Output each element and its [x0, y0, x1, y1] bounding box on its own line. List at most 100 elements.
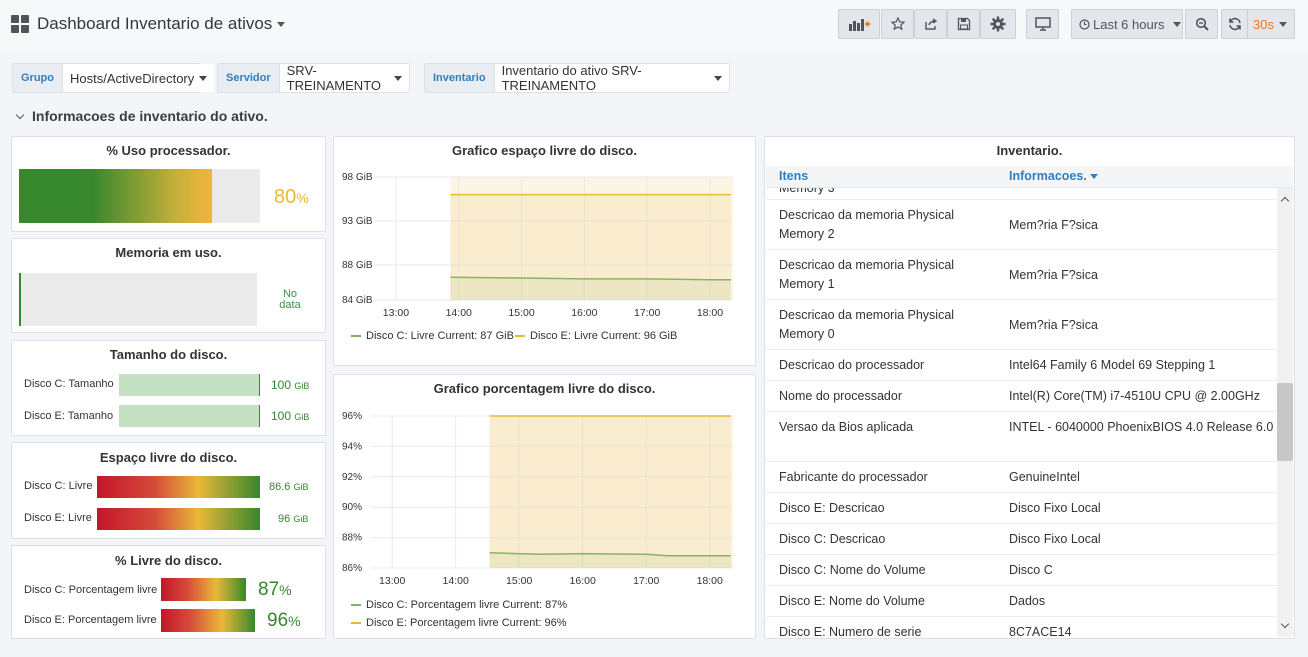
cell-info: 8C7ACE14 [1009, 625, 1072, 637]
panel-title[interactable]: Memoria em uso. [12, 245, 325, 260]
table-body: Memory 3 Descricao da memoria Physical Me… [766, 188, 1277, 637]
table-row: Descricao da memoria Physical Memory 0 Me… [766, 300, 1277, 350]
variable-value[interactable]: Hosts/ActiveDirectory [63, 64, 215, 92]
table-row: Disco E: Nome do Volume Dados [766, 586, 1277, 617]
legend-item[interactable]: Disco E: Porcentagem livre Current: 96% [351, 617, 567, 629]
refresh-picker[interactable]: 30s [1221, 9, 1295, 39]
panel-title[interactable]: Grafico porcentagem livre do disco. [334, 381, 755, 396]
panel-title[interactable]: % Uso processador. [12, 143, 325, 158]
disk-pct-value: 87% [258, 579, 292, 600]
settings-button[interactable] [980, 9, 1016, 39]
share-button[interactable] [914, 9, 947, 39]
cpu-value: 80% [274, 186, 309, 209]
variable-label: Inventario [425, 64, 495, 92]
cell-item: Fabricante do processador [779, 470, 928, 484]
dashboards-grid-icon[interactable] [11, 15, 29, 33]
table-row: Disco E: Numero de serie 8C7ACE14 [766, 617, 1277, 637]
chevron-down-icon [714, 75, 722, 81]
cell-info: Mem?ria F?sica [1009, 317, 1098, 332]
table-row: Memory 3 [766, 188, 1277, 200]
add-panel-button[interactable] [838, 9, 880, 39]
legend-swatch [515, 335, 525, 337]
scroll-down-icon[interactable] [1280, 619, 1290, 629]
panel-cpu-usage: % Uso processador. 80% [11, 136, 326, 232]
table-row: Versao da Bios aplicada INTEL - 6040000 P… [766, 412, 1277, 462]
chevron-down-icon [15, 110, 25, 120]
panel-title[interactable]: Tamanho do disco. [12, 347, 325, 362]
disk-size-value: 100 GiB [271, 409, 310, 423]
x-tick-label: 15:00 [508, 307, 534, 319]
panel-title[interactable]: Grafico espaço livre do disco. [334, 143, 755, 158]
table-row: Nome do processador Intel(R) Core(TM) i7-… [766, 381, 1277, 412]
variable-grupo[interactable]: Grupo Hosts/ActiveDirectory [12, 63, 215, 93]
y-tick-label: 84 GiB [342, 295, 373, 306]
panel-title[interactable]: Inventario. [765, 143, 1294, 158]
legend-item[interactable]: Disco E: Livre Current: 96 GiB [515, 330, 677, 342]
legend-label: Disco E: Livre Current: 96 GiB [530, 330, 678, 342]
scroll-up-icon[interactable] [1280, 196, 1290, 206]
disk-size-label: Disco C: Tamanho [24, 378, 114, 390]
panel-disk-size: Tamanho do disco. Disco C: Tamanho 100 G… [11, 340, 326, 436]
variable-value[interactable]: Inventario do ativo SRV-TREINAMENTO [494, 63, 729, 93]
cell-item: Descricao da memoria Physical Memory 1 [779, 258, 955, 291]
star-icon [890, 17, 905, 31]
zoom-out-icon [1195, 17, 1209, 31]
cell-info: Disco Fixo Local [1009, 501, 1101, 515]
cell-info: Dados [1009, 594, 1046, 608]
cell-item: Disco E: Numero de serie [779, 625, 922, 637]
cell-info: Disco Fixo Local [1009, 532, 1101, 546]
x-tick-label: 14:00 [446, 307, 472, 319]
x-tick-label: 13:00 [383, 307, 409, 319]
cell-item: Memory 3 [779, 188, 835, 195]
cell-item: Nome do processador [779, 389, 902, 403]
panel-title[interactable]: % Livre do disco. [12, 553, 325, 568]
disk-pct-bar [161, 609, 255, 632]
disk-size-bar [119, 405, 260, 427]
y-tick-label: 94% [342, 441, 362, 452]
variable-inventario[interactable]: Inventario Inventario do ativo SRV-TREIN… [424, 63, 730, 93]
series-area [489, 416, 731, 568]
legend-label: Disco C: Porcentagem livre Current: 87% [366, 599, 568, 611]
disk-pct-label: Disco E: Porcentagem livre [24, 614, 157, 626]
variable-value-text: Hosts/ActiveDirectory [70, 70, 195, 86]
table-row: Descricao da memoria Physical Memory 1 Me… [766, 250, 1277, 300]
top-navbar: Dashboard Inventario de ativos Last 6 ho… [0, 0, 1308, 50]
share-icon [924, 18, 937, 30]
variable-servidor[interactable]: Servidor SRV-TREINAMENTO [217, 63, 410, 93]
y-tick-label: 92% [342, 472, 362, 483]
column-header-informacoes[interactable]: Informacoes. [1009, 169, 1099, 183]
y-tick-label: 98 GiB [342, 172, 373, 183]
refresh-interval-label: 30s [1253, 16, 1274, 32]
panel-inventory: Inventario. Itens Informacoes. Memory 3 D… [764, 136, 1295, 639]
save-dashboard-button[interactable] [947, 9, 980, 39]
time-range-label: Last 6 hours [1093, 16, 1165, 32]
cpu-bar-track [19, 169, 260, 223]
view-mode-button[interactable] [1026, 9, 1059, 39]
time-range-picker[interactable]: Last 6 hours [1071, 9, 1183, 39]
chevron-down-icon [199, 75, 208, 81]
dashboard-title[interactable]: Dashboard Inventario de ativos [37, 14, 286, 34]
column-header-itens[interactable]: Itens [779, 169, 808, 183]
zoom-out-button[interactable] [1185, 9, 1218, 39]
monitor-icon [1034, 17, 1051, 31]
x-tick-label: 15:00 [506, 575, 532, 587]
variable-label: Servidor [218, 64, 280, 92]
add-panel-icon [849, 19, 870, 31]
x-tick-label: 17:00 [634, 307, 660, 319]
scrollbar[interactable] [1277, 188, 1293, 637]
x-tick-label: 14:00 [443, 575, 469, 587]
legend-item[interactable]: Disco C: Livre Current: 87 GiB [351, 330, 514, 342]
column-header-text: Informacoes. [1009, 169, 1087, 183]
disk-free-value: 86.6 GiB [269, 481, 309, 493]
variable-value[interactable]: SRV-TREINAMENTO [279, 63, 409, 93]
cell-item: Descricao da memoria Physical Memory 0 [779, 308, 955, 341]
star-button[interactable] [881, 9, 914, 39]
scrollbar-thumb[interactable] [1277, 383, 1293, 461]
x-tick-label: 18:00 [697, 575, 723, 587]
row-title[interactable]: Informacoes de inventario do ativo. [15, 108, 268, 124]
panel-title[interactable]: Espaço livre do disco. [12, 450, 325, 465]
y-tick-label: 96% [342, 411, 362, 422]
legend-item[interactable]: Disco C: Porcentagem livre Current: 87% [351, 599, 567, 611]
disk-pct-label: Disco C: Porcentagem livre [24, 584, 158, 596]
panel-graph-percent-free: Grafico porcentagem livre do disco. 86% 8… [333, 374, 756, 639]
